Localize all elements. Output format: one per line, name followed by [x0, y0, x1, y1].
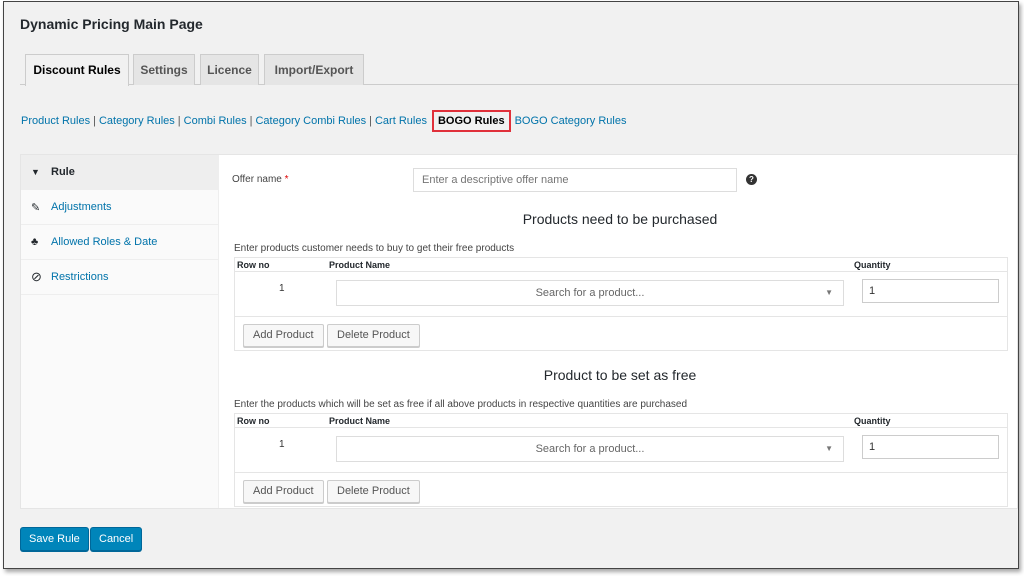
header-product-name: Product Name — [329, 416, 391, 426]
row-number: 1 — [279, 283, 285, 294]
table-actions: Add Product Delete Product — [235, 473, 1007, 506]
nav-separator: | — [369, 115, 372, 127]
tab-settings[interactable]: Settings — [133, 54, 195, 85]
help-icon[interactable]: ? — [746, 174, 757, 185]
rule-sidebar: ▼ Rule ✎ Adjustments ♣ Allowed Roles & D… — [21, 155, 219, 508]
sidebar-item-adjustments[interactable]: ✎ Adjustments — [21, 190, 218, 225]
purchase-section-description: Enter products customer needs to buy to … — [234, 243, 515, 254]
sidebar-item-rule[interactable]: ▼ Rule — [21, 155, 218, 190]
offer-name-text: Offer name — [232, 174, 282, 185]
link-category-combi-rules[interactable]: Category Combi Rules — [255, 115, 366, 127]
offer-name-label: Offer name * — [232, 174, 289, 185]
product-search-placeholder: Search for a product... — [535, 443, 645, 455]
link-product-rules[interactable]: Product Rules — [21, 115, 90, 127]
tab-import-export[interactable]: Import/Export — [264, 54, 364, 85]
row-number: 1 — [279, 439, 285, 450]
free-products-table: Row no Product Name Quantity 1 Search fo… — [234, 413, 1008, 507]
purchase-products-table: Row no Product Name Quantity 1 Search fo… — [234, 257, 1008, 351]
product-search-placeholder: Search for a product... — [535, 287, 645, 299]
ban-icon: ⊘ — [31, 269, 42, 284]
sidebar-item-label: Adjustments — [51, 201, 112, 213]
sidebar-item-allowed-roles-date[interactable]: ♣ Allowed Roles & Date — [21, 225, 218, 260]
header-quantity: Quantity — [854, 416, 891, 426]
quantity-input[interactable]: 1 — [862, 279, 999, 303]
sidebar-item-label: Rule — [51, 166, 75, 178]
table-header: Row no Product Name Quantity — [235, 258, 1007, 272]
product-search-select[interactable]: Search for a product... ▼ — [336, 280, 844, 306]
rule-content: Offer name * ? Products need to be purch… — [220, 155, 1017, 508]
nav-separator: | — [177, 115, 181, 127]
chevron-down-icon: ▼ — [825, 288, 833, 297]
header-product-name: Product Name — [329, 260, 391, 270]
required-mark: * — [284, 174, 289, 185]
save-rule-button[interactable]: Save Rule — [20, 527, 89, 551]
table-row: 1 Search for a product... ▼ 1 — [235, 428, 1007, 473]
delete-product-button[interactable]: Delete Product — [327, 480, 420, 503]
page-title: Dynamic Pricing Main Page — [20, 16, 203, 32]
app-window: Dynamic Pricing Main Page Discount Rules… — [3, 1, 1019, 569]
add-product-button[interactable]: Add Product — [243, 324, 324, 347]
rule-type-nav: Product Rules | Category Rules | Combi R… — [21, 110, 626, 132]
table-row: 1 Search for a product... ▼ 1 — [235, 272, 1007, 317]
free-section-description: Enter the products which will be set as … — [234, 399, 688, 410]
users-icon: ♣ — [31, 236, 39, 248]
link-category-rules[interactable]: Category Rules — [99, 115, 175, 127]
free-section-title: Product to be set as free — [543, 367, 697, 383]
tab-discount-rules[interactable]: Discount Rules — [25, 54, 129, 86]
delete-product-button[interactable]: Delete Product — [327, 324, 420, 347]
link-bogo-rules[interactable]: BOGO Rules — [431, 110, 511, 132]
nav-separator: | — [249, 115, 253, 127]
link-combi-rules[interactable]: Combi Rules — [184, 115, 247, 127]
sidebar-item-label: Allowed Roles & Date — [51, 236, 158, 248]
rule-panel: ▼ Rule ✎ Adjustments ♣ Allowed Roles & D… — [20, 154, 1018, 509]
nav-separator: | — [93, 115, 96, 127]
cancel-button[interactable]: Cancel — [90, 527, 143, 551]
offer-name-input[interactable] — [413, 168, 737, 192]
quantity-input[interactable]: 1 — [862, 435, 999, 459]
product-search-select[interactable]: Search for a product... ▼ — [336, 436, 844, 462]
add-product-button[interactable]: Add Product — [243, 480, 324, 503]
header-row-no: Row no — [237, 416, 270, 426]
header-row-no: Row no — [237, 260, 270, 270]
table-header: Row no Product Name Quantity — [235, 414, 1007, 428]
link-bogo-category-rules[interactable]: BOGO Category Rules — [515, 115, 627, 127]
link-cart-rules[interactable]: Cart Rules — [375, 115, 427, 127]
sidebar-item-label: Restrictions — [51, 271, 109, 283]
purchase-section-title: Products need to be purchased — [522, 211, 718, 227]
sidebar-item-restrictions[interactable]: ⊘ Restrictions — [21, 260, 218, 295]
tab-licence[interactable]: Licence — [200, 54, 259, 85]
pencil-icon: ✎ — [31, 201, 41, 214]
chevron-down-icon: ▼ — [825, 444, 833, 453]
header-quantity: Quantity — [854, 260, 891, 270]
funnel-icon: ▼ — [31, 167, 40, 177]
table-actions: Add Product Delete Product — [235, 317, 1007, 350]
tab-bar: Discount Rules Settings Licence Import/E… — [20, 54, 1018, 86]
